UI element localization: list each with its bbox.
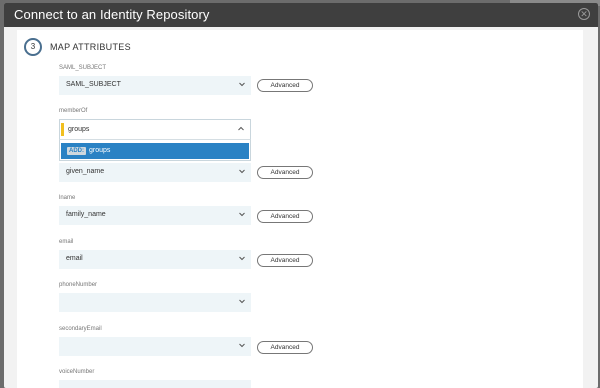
field-label-phone-number: phoneNumber bbox=[59, 282, 98, 288]
select-value: family_name bbox=[66, 211, 106, 218]
field-label-lname: lname bbox=[59, 195, 76, 201]
select-value: SAML_SUBJECT bbox=[66, 81, 121, 88]
select-lname[interactable]: family_name bbox=[59, 206, 251, 225]
advanced-button-secondary-email[interactable]: Advanced bbox=[257, 341, 313, 354]
dialog-title: Connect to an Identity Repository bbox=[14, 7, 210, 22]
chevron-down-icon bbox=[239, 169, 245, 174]
select-secondary-email[interactable] bbox=[59, 337, 251, 356]
field-label-member-of: memberOf bbox=[59, 108, 88, 114]
dialog-title-bar: Connect to an Identity Repository ✕ bbox=[4, 3, 598, 27]
chevron-down-icon bbox=[239, 343, 245, 348]
member-of-input-value: groups bbox=[68, 126, 90, 133]
field-label-voice-number: voiceNumber bbox=[59, 369, 95, 375]
chevron-down-icon bbox=[239, 256, 245, 261]
chevron-up-icon bbox=[238, 126, 244, 131]
step-number-badge: 3 bbox=[24, 38, 42, 56]
chevron-down-icon bbox=[239, 82, 245, 87]
add-tag: ADD: bbox=[67, 147, 86, 155]
select-given-name[interactable]: given_name bbox=[59, 163, 251, 182]
select-voice-number[interactable] bbox=[59, 380, 251, 388]
select-value: email bbox=[66, 255, 83, 262]
select-saml-subject[interactable]: SAML_SUBJECT bbox=[59, 76, 251, 95]
dropdown-option-add-groups[interactable]: ADD: groups bbox=[61, 143, 249, 159]
select-phone-number[interactable] bbox=[59, 293, 251, 312]
field-label-email: email bbox=[59, 239, 74, 245]
advanced-button-saml-subject[interactable]: Advanced bbox=[257, 79, 313, 92]
dialog-content: 3 MAP ATTRIBUTES SAML_SUBJECT SAML_SUBJE… bbox=[17, 30, 583, 388]
advanced-button-lname[interactable]: Advanced bbox=[257, 210, 313, 223]
dropdown-option-text: groups bbox=[89, 147, 111, 154]
field-label-saml-subject: SAML_SUBJECT bbox=[59, 65, 107, 71]
focus-accent-bar bbox=[61, 123, 64, 136]
advanced-button-email[interactable]: Advanced bbox=[257, 254, 313, 267]
member-of-input[interactable]: groups bbox=[59, 119, 251, 139]
chevron-down-icon bbox=[239, 299, 245, 304]
identity-repository-dialog: Connect to an Identity Repository ✕ 3 MA… bbox=[4, 3, 598, 388]
step-title: MAP ATTRIBUTES bbox=[50, 42, 131, 52]
select-value: given_name bbox=[66, 168, 105, 175]
select-email[interactable]: email bbox=[59, 250, 251, 269]
advanced-button-given-name[interactable]: Advanced bbox=[257, 166, 313, 179]
chevron-down-icon bbox=[239, 212, 245, 217]
close-icon[interactable]: ✕ bbox=[578, 8, 590, 20]
member-of-dropdown: ADD: groups bbox=[59, 139, 251, 161]
field-label-secondary-email: secondaryEmail bbox=[59, 326, 102, 332]
